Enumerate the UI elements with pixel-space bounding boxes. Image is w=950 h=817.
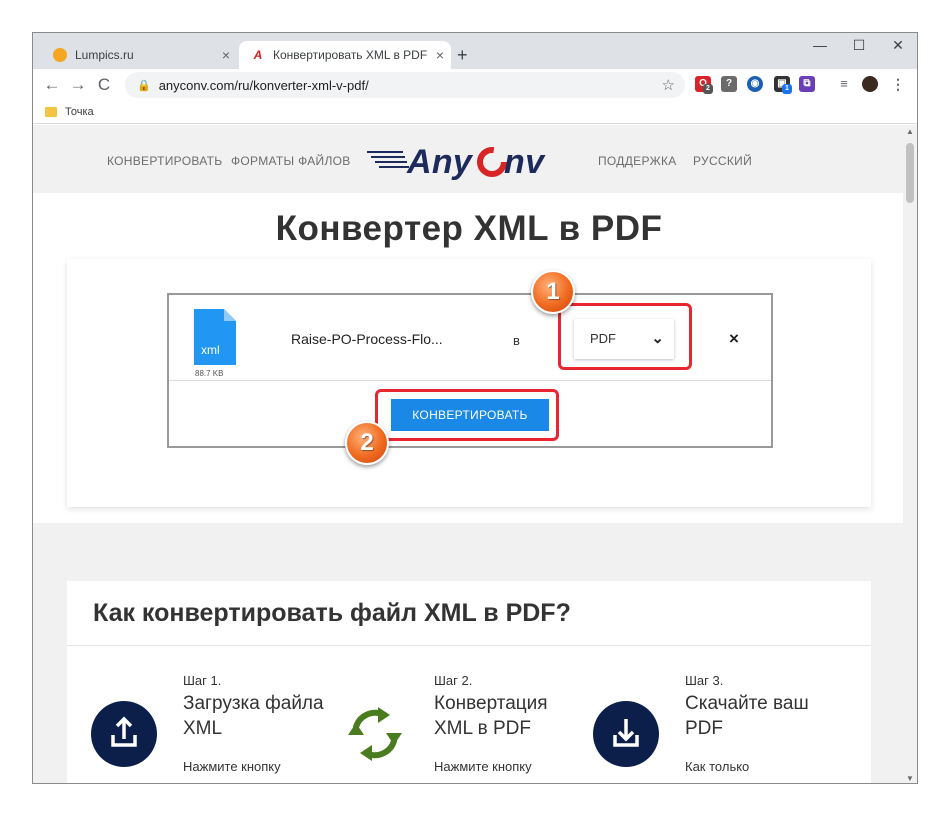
extension-badge: 2: [703, 84, 713, 94]
bookmarks-bar: Точка: [33, 101, 917, 124]
profile-avatar[interactable]: [862, 76, 878, 92]
reload-button[interactable]: C: [91, 75, 117, 95]
anyconv-logo[interactable]: Any nv: [367, 135, 567, 185]
minimize-button[interactable]: —: [805, 37, 835, 53]
close-window-button[interactable]: ✕: [883, 37, 913, 54]
file-upload-box: xml 88.7 KB Raise-PO-Process-Flo... в PD…: [167, 293, 773, 448]
step-description: Нажмите кнопку: [434, 759, 532, 774]
step-description: Нажмите кнопку: [183, 759, 281, 774]
extension-purple-icon[interactable]: ⧉: [799, 76, 815, 92]
tab-title: Конвертировать XML в PDF онл: [273, 48, 429, 62]
tab-close-icon[interactable]: ×: [215, 47, 237, 63]
anyconv-favicon-icon: A: [251, 48, 265, 62]
howto-title: Как конвертировать файл XML в PDF?: [93, 599, 571, 627]
lock-icon: 🔒: [137, 79, 151, 92]
bookmark-star-icon[interactable]: ☆: [662, 76, 675, 94]
folder-icon: [45, 107, 57, 117]
step-title: Конвертация XML в PDF: [434, 693, 548, 739]
howto-section: Как конвертировать файл XML в PDF? Шаг 1…: [67, 581, 871, 783]
extension-globe-icon[interactable]: ◉: [747, 76, 763, 92]
step-marker-1: 1: [531, 270, 575, 314]
step-description: Как только: [685, 759, 750, 774]
file-size: 88.7 KB: [195, 369, 224, 378]
maximize-button[interactable]: ☐: [844, 37, 874, 54]
lumpics-favicon-icon: [53, 48, 67, 62]
step-title: Загрузка файла XML: [183, 693, 324, 739]
nav-support-link[interactable]: ПОДДЕРЖКА: [598, 154, 677, 168]
browser-menu-icon[interactable]: ⋮: [890, 76, 906, 92]
page-title: Конвертер XML в PDF: [275, 209, 663, 248]
nav-convert-link[interactable]: КОНВЕРТИРОВАТЬ: [107, 154, 222, 168]
step-label: Шаг 1.: [183, 673, 222, 688]
step-label: Шаг 3.: [685, 673, 724, 688]
chevron-down-icon: ⌄: [651, 330, 664, 347]
bookmark-tochka[interactable]: Точка: [65, 106, 94, 118]
tab-strip: Lumpics.ru × A Конвертировать XML в PDF …: [33, 33, 917, 69]
remove-file-icon[interactable]: ×: [729, 329, 739, 349]
format-select[interactable]: PDF ⌄: [574, 319, 674, 359]
nav-formats-link[interactable]: ФОРМАТЫ ФАЙЛОВ: [231, 154, 351, 168]
download-icon: [593, 701, 659, 767]
scroll-down-icon[interactable]: ▼: [903, 774, 917, 783]
extension-help-icon[interactable]: ?: [721, 76, 737, 92]
converter-card: xml 88.7 KB Raise-PO-Process-Flo... в PD…: [67, 259, 871, 507]
file-row: xml 88.7 KB Raise-PO-Process-Flo... в PD…: [169, 295, 771, 381]
convert-button[interactable]: КОНВЕРТИРОВАТЬ: [391, 399, 549, 431]
step-3: Шаг 3. Скачайте ваш PDF Как только: [593, 667, 833, 783]
to-label: в: [513, 333, 520, 348]
browser-toolbar: ← → C 🔒 anyconv.com/ru/konverter-xml-v-p…: [33, 69, 917, 101]
address-bar[interactable]: 🔒 anyconv.com/ru/konverter-xml-v-pdf/ ☆: [125, 72, 685, 98]
scrollbar-thumb[interactable]: [906, 143, 914, 203]
step-1: Шаг 1. Загрузка файла XML Нажмите кнопку: [91, 667, 331, 783]
format-select-value: PDF: [590, 331, 616, 346]
forward-button[interactable]: →: [65, 75, 91, 95]
scroll-up-icon[interactable]: ▲: [903, 127, 917, 136]
extension-badge: 1: [782, 84, 792, 94]
svg-text:nv: nv: [504, 143, 546, 181]
refresh-icon: [348, 707, 402, 761]
step-label: Шаг 2.: [434, 673, 473, 688]
tab-title: Lumpics.ru: [75, 48, 134, 62]
step-marker-2: 2: [345, 421, 389, 465]
tab-anyconv[interactable]: A Конвертировать XML в PDF онл ×: [239, 41, 451, 69]
divider: [67, 645, 871, 646]
playlist-icon[interactable]: ≡: [836, 76, 852, 92]
site-header: КОНВЕРТИРОВАТЬ ФОРМАТЫ ФАЙЛОВ Any nv ПОД…: [33, 125, 905, 193]
new-tab-button[interactable]: +: [457, 45, 468, 66]
upload-icon: [91, 701, 157, 767]
page-viewport: КОНВЕРТИРОВАТЬ ФОРМАТЫ ФАЙЛОВ Any nv ПОД…: [33, 125, 905, 783]
back-button[interactable]: ←: [39, 75, 65, 95]
step-2: Шаг 2. Конвертация XML в PDF Нажмите кно…: [342, 667, 582, 783]
file-name: Raise-PO-Process-Flo...: [291, 331, 443, 347]
tab-lumpics[interactable]: Lumpics.ru ×: [41, 41, 237, 69]
nav-language-link[interactable]: РУССКИЙ: [693, 154, 752, 168]
url-text: anyconv.com/ru/konverter-xml-v-pdf/: [158, 77, 369, 93]
step-title: Скачайте ваш PDF: [685, 693, 809, 739]
browser-window: Lumpics.ru × A Конвертировать XML в PDF …: [32, 32, 918, 784]
file-type-label: xml: [201, 343, 220, 357]
svg-text:Any: Any: [406, 143, 474, 181]
vertical-scrollbar[interactable]: ▲ ▼: [903, 125, 917, 783]
tab-close-icon[interactable]: ×: [429, 47, 451, 63]
